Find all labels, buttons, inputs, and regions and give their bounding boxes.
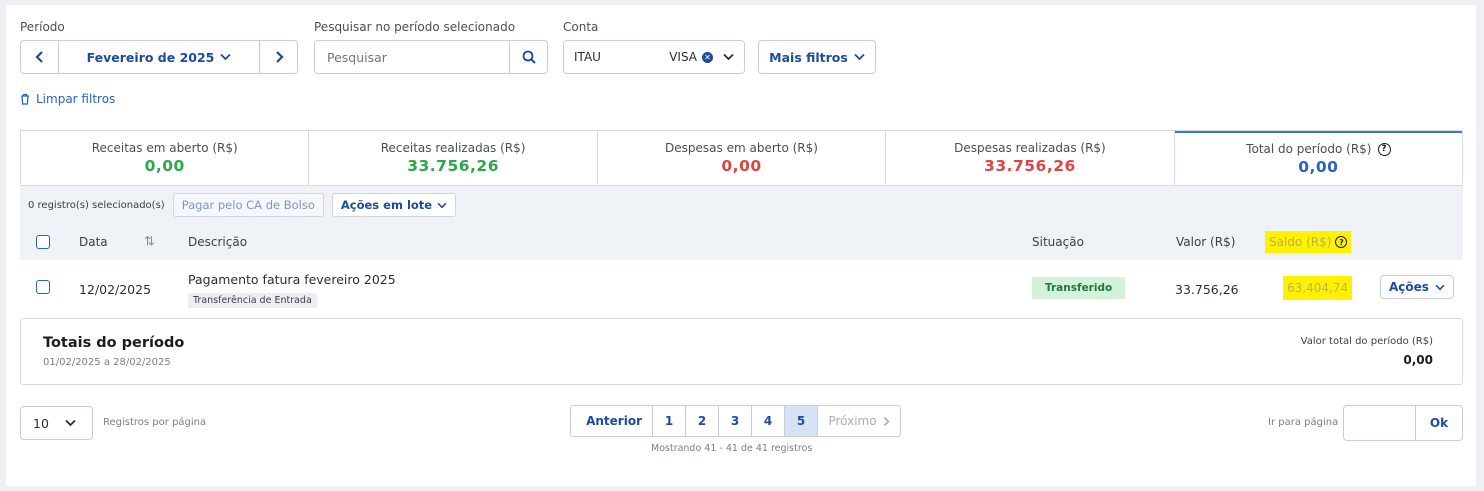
chevron-down-icon — [723, 53, 734, 61]
prev-period-button[interactable] — [21, 41, 59, 73]
trash-icon — [21, 93, 29, 105]
pagination: Anterior 1 2 3 4 5 Próximo — [570, 405, 901, 437]
col-balance-label: Saldo (R$) — [1269, 235, 1332, 249]
per-page-label: Registros por página — [103, 417, 207, 428]
per-page-value: 10 — [33, 415, 49, 431]
page-button-5[interactable]: 5 — [785, 406, 818, 436]
help-icon[interactable]: ? — [1335, 236, 1348, 248]
account-label: Conta — [563, 20, 599, 34]
selected-count: 0 registro(s) selecionado(s) — [28, 199, 165, 211]
summary-card-realized-income: Receitas realizadas (R$) 33.756,26 — [309, 131, 598, 185]
goto-page-label: Ir para página — [1268, 417, 1339, 428]
clear-filters-label: Limpar filtros — [36, 92, 116, 106]
goto-page-input[interactable] — [1344, 406, 1416, 440]
select-all-checkbox[interactable] — [36, 235, 50, 249]
chevron-down-icon — [437, 202, 447, 208]
period-dropdown[interactable]: Fevereiro de 2025 — [59, 41, 259, 73]
page-button-4[interactable]: 4 — [752, 406, 785, 436]
summary-value: 0,00 — [144, 157, 185, 175]
summary-value: 0,00 — [721, 157, 762, 175]
batch-actions-label: Ações em lote — [340, 198, 433, 212]
chevron-right-icon — [883, 416, 890, 426]
chevron-down-icon — [65, 419, 76, 427]
search-icon — [522, 50, 536, 64]
summary-value: 33.756,26 — [984, 157, 1076, 175]
row-tag: Transferência de Entrada — [188, 293, 317, 308]
help-icon[interactable]: ? — [1377, 142, 1391, 156]
row-checkbox[interactable] — [36, 280, 50, 294]
more-filters-label: Mais filtros — [769, 49, 848, 65]
account-card: VISA — [669, 50, 697, 64]
pay-ca-bolso-button[interactable]: Pagar pelo CA de Bolso — [172, 193, 324, 217]
bulk-toolbar: 0 registro(s) selecionado(s) Pagar pelo … — [20, 186, 1463, 224]
summary-cards: Receitas em aberto (R$) 0,00 Receitas re… — [20, 130, 1463, 186]
page-button-3[interactable]: 3 — [719, 406, 752, 436]
summary-card-open-income: Receitas em aberto (R$) 0,00 — [21, 131, 310, 185]
search-input[interactable] — [315, 41, 509, 73]
search-label: Pesquisar no período selecionado — [314, 20, 516, 34]
account-value: ITAU — [574, 50, 601, 64]
close-icon[interactable]: ✕ — [702, 51, 713, 63]
col-status: Situação — [1032, 235, 1084, 249]
row-actions-label: Ações — [1389, 280, 1429, 294]
col-amount: Valor (R$) — [1176, 235, 1236, 249]
page-button-2[interactable]: 2 — [686, 406, 719, 436]
chevron-down-icon — [220, 53, 231, 61]
summary-title: Despesas realizadas (R$) — [954, 141, 1106, 155]
prev-label: Anterior — [586, 414, 642, 428]
goto-ok-button[interactable]: Ok — [1416, 406, 1462, 440]
chevron-down-icon — [854, 53, 865, 61]
row-actions-button[interactable]: Ações — [1380, 275, 1454, 299]
prev-page-button[interactable]: Anterior — [571, 406, 653, 436]
period-label: Período — [20, 20, 65, 34]
next-label: Próximo — [828, 414, 877, 428]
per-page-select[interactable]: 10 — [20, 406, 93, 440]
row-date: 12/02/2025 — [79, 282, 152, 297]
clear-filters-link[interactable]: Limpar filtros — [20, 92, 115, 106]
sort-icon[interactable]: ⇅ — [144, 235, 155, 250]
totals-value: 0,00 — [1403, 353, 1433, 367]
status-badge: Transferido — [1032, 277, 1126, 299]
table-header: Data ⇅ Descrição Situação Valor (R$) Sal… — [20, 224, 1463, 260]
more-filters-button[interactable]: Mais filtros — [758, 40, 876, 74]
col-description: Descrição — [188, 235, 248, 249]
summary-card-open-expenses: Despesas em aberto (R$) 0,00 — [598, 131, 887, 185]
summary-title: Receitas realizadas (R$) — [380, 141, 526, 155]
totals-range: 01/02/2025 a 28/02/2025 — [43, 357, 171, 368]
summary-card-realized-expenses: Despesas realizadas (R$) 33.756,26 — [886, 131, 1175, 185]
chevron-right-icon — [275, 51, 284, 63]
batch-actions-button[interactable]: Ações em lote — [331, 193, 457, 217]
totals-label: Valor total do período (R$) — [1300, 336, 1433, 347]
row-amount: 33.756,26 — [1175, 282, 1239, 297]
totals-title: Totais do período — [43, 335, 185, 351]
showing-records: Mostrando 41 - 41 de 41 registros — [651, 443, 813, 454]
row-description: Pagamento fatura fevereiro 2025 — [188, 272, 396, 287]
period-value: Fevereiro de 2025 — [86, 49, 215, 65]
summary-title: Total do período (R$) — [1246, 142, 1372, 156]
col-date[interactable]: Data — [79, 235, 108, 249]
chevron-left-icon — [34, 51, 43, 63]
search-button[interactable] — [509, 41, 547, 73]
chevron-down-icon — [1435, 284, 1445, 290]
summary-value: 33.756,26 — [407, 157, 499, 175]
summary-value: 0,00 — [1298, 158, 1339, 176]
search-box — [314, 40, 548, 74]
next-page-button[interactable]: Próximo — [818, 406, 900, 436]
period-totals: Totais do período 01/02/2025 a 28/02/202… — [20, 318, 1463, 385]
table-row[interactable]: 12/02/2025 Pagamento fatura fevereiro 20… — [20, 262, 1463, 314]
row-balance: 63.404,74 — [1283, 276, 1353, 300]
next-period-button[interactable] — [259, 41, 297, 73]
summary-title: Despesas em aberto (R$) — [665, 141, 818, 155]
summary-card-period-total[interactable]: Total do período (R$) ? 0,00 — [1174, 131, 1463, 185]
account-select[interactable]: ITAU VISA ✕ — [563, 40, 745, 74]
page-button-1[interactable]: 1 — [653, 406, 686, 436]
col-balance: Saldo (R$) ? — [1265, 231, 1352, 253]
summary-title-wrap: Total do período (R$) ? — [1246, 142, 1391, 156]
period-selector: Fevereiro de 2025 — [20, 40, 298, 74]
goto-page: Ok — [1343, 405, 1463, 441]
account-chip: VISA ✕ — [669, 50, 713, 64]
summary-title: Receitas em aberto (R$) — [91, 141, 238, 155]
